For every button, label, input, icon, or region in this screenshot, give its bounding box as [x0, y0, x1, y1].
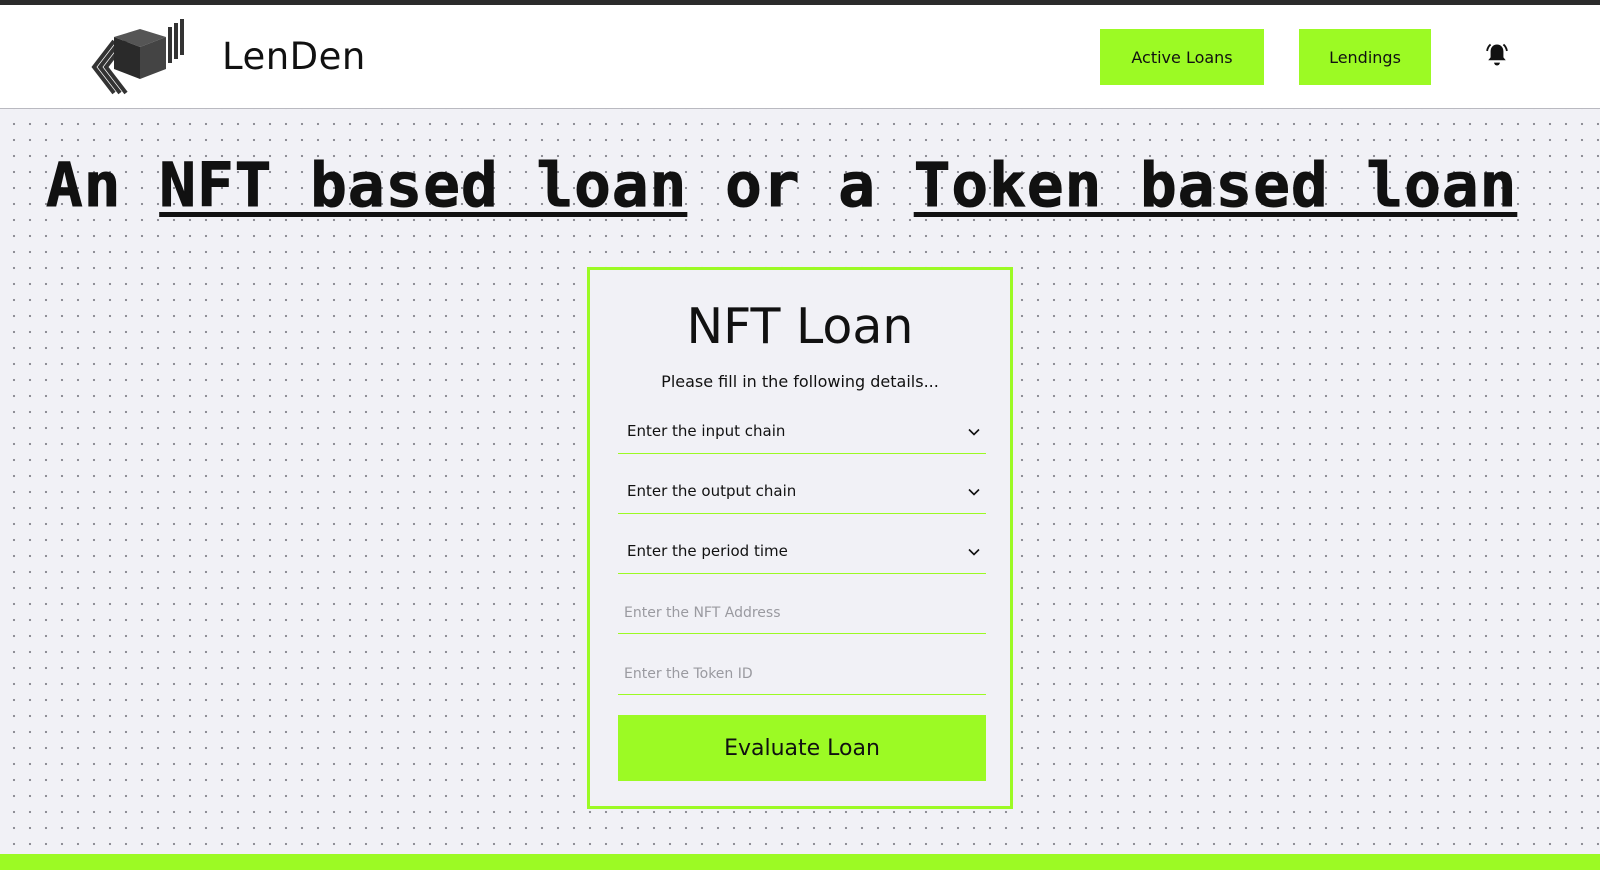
headline-part1: An	[45, 150, 160, 222]
nft-address-input[interactable]	[622, 592, 976, 634]
output-chain-label: Enter the output chain	[627, 482, 797, 500]
logo-icon[interactable]	[88, 19, 188, 99]
nft-address-field	[618, 592, 986, 634]
nft-loan-link[interactable]: NFT based loan	[159, 150, 687, 222]
header: LenDen Active Loans Lendings	[0, 5, 1600, 109]
brand-name[interactable]: LenDen	[222, 35, 366, 78]
card-title: NFT Loan	[686, 298, 914, 355]
nft-loan-card: NFT Loan Please fill in the following de…	[587, 267, 1013, 809]
lendings-button[interactable]: Lendings	[1299, 29, 1431, 85]
card-subtitle: Please fill in the following details...	[661, 372, 939, 391]
footer-bar	[0, 854, 1600, 870]
headline-part2: or a	[687, 150, 914, 222]
chevron-down-icon	[968, 428, 980, 436]
chevron-down-icon	[968, 488, 980, 496]
token-id-field	[618, 653, 986, 695]
evaluate-loan-button[interactable]: Evaluate Loan	[618, 715, 986, 781]
input-chain-label: Enter the input chain	[627, 422, 786, 440]
token-id-input[interactable]	[622, 653, 976, 695]
output-chain-select[interactable]: Enter the output chain	[618, 472, 986, 514]
input-chain-select[interactable]: Enter the input chain	[618, 412, 986, 454]
chevron-down-icon	[968, 548, 980, 556]
period-time-select[interactable]: Enter the period time	[618, 532, 986, 574]
bell-icon[interactable]	[1483, 41, 1511, 69]
token-loan-link[interactable]: Token based loan	[913, 150, 1518, 222]
period-time-label: Enter the period time	[627, 542, 788, 560]
headline: An NFT based loan or a Token based loan	[45, 150, 1518, 222]
active-loans-button[interactable]: Active Loans	[1100, 29, 1264, 85]
